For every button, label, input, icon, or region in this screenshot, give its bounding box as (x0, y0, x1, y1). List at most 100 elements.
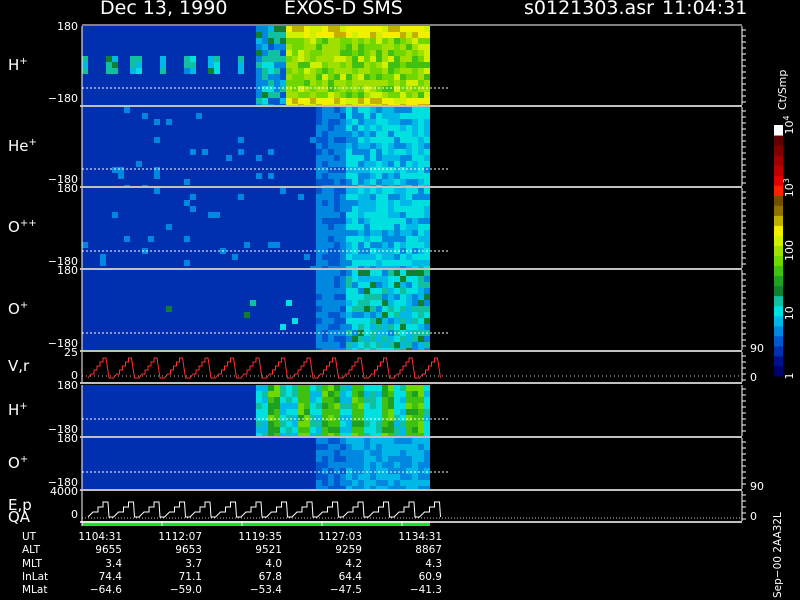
heatmap-cell (82, 306, 88, 312)
heatmap-cell (190, 254, 196, 260)
heatmap-cell (202, 403, 208, 409)
heatmap-cell (148, 294, 154, 300)
heatmap-cell (400, 242, 406, 248)
heatmap-cell (130, 468, 136, 474)
heatmap-cell (352, 397, 358, 403)
heatmap-cell (244, 80, 250, 86)
heatmap-cell (370, 421, 376, 427)
heatmap-cell (412, 421, 418, 427)
heatmap-cell (334, 468, 340, 474)
heatmap-cell (292, 480, 298, 486)
heatmap-cell (190, 125, 196, 131)
heatmap-cell (352, 474, 358, 480)
heatmap-cell (82, 336, 88, 342)
heatmap-cell (112, 433, 118, 436)
heatmap-cell (304, 86, 310, 92)
heatmap-cell (394, 56, 400, 62)
heatmap-cell (418, 348, 424, 350)
heatmap-cell (412, 260, 418, 266)
heatmap-cell (334, 80, 340, 86)
heatmap-cell (304, 155, 310, 161)
heatmap-cell (316, 336, 322, 342)
heatmap-cell (418, 149, 424, 155)
heatmap-cell (328, 260, 334, 266)
heatmap-cell (388, 348, 394, 350)
heatmap-cell (88, 421, 94, 427)
heatmap-cell (106, 324, 112, 330)
heatmap-cell (256, 391, 262, 397)
heatmap-cell (418, 318, 424, 324)
heatmap-cell (400, 131, 406, 137)
heatmap-cell (154, 336, 160, 342)
heatmap-cell (328, 266, 334, 268)
heatmap-cell (154, 173, 160, 179)
heatmap-cell (250, 188, 256, 194)
heatmap-cell (142, 224, 148, 230)
heatmap-cell (88, 254, 94, 260)
heatmap-cell (352, 348, 358, 350)
heatmap-cell (328, 276, 334, 282)
heatmap-cell (316, 427, 322, 433)
heatmap-cell (154, 276, 160, 282)
heatmap-cell (100, 131, 106, 137)
heatmap-cell (262, 397, 268, 403)
heatmap-cell (88, 92, 94, 98)
heatmap-cell (148, 421, 154, 427)
heatmap-cell (298, 318, 304, 324)
heatmap-cell (382, 474, 388, 480)
heatmap-cell (346, 415, 352, 421)
heatmap-cell (352, 68, 358, 74)
heatmap-cell (142, 104, 148, 105)
heatmap-cell (82, 26, 88, 32)
heatmap-cell (274, 236, 280, 242)
heatmap-cell (406, 318, 412, 324)
heatmap-cell (106, 438, 112, 444)
heatmap-cell (94, 86, 100, 92)
heatmap-cell (256, 224, 262, 230)
heatmap-cell (226, 200, 232, 206)
heatmap-cell (100, 230, 106, 236)
heatmap-cell (100, 44, 106, 50)
heatmap-cell (190, 474, 196, 480)
heatmap-cell (280, 415, 286, 421)
heatmap-cell (202, 427, 208, 433)
heatmap-cell (346, 218, 352, 224)
heatmap-cell (166, 480, 172, 486)
heatmap-cell (406, 44, 412, 50)
heatmap-cell (130, 200, 136, 206)
heatmap-cell (118, 300, 124, 306)
heatmap-cell (286, 260, 292, 266)
heatmap-cell (280, 131, 286, 137)
heatmap-cell (118, 260, 124, 266)
heatmap-cell (238, 56, 244, 62)
heatmap-cell (292, 276, 298, 282)
heatmap-cell (226, 288, 232, 294)
heatmap-cell (208, 212, 214, 218)
heatmap-cell (112, 242, 118, 248)
heatmap-cell (286, 450, 292, 456)
heatmap-cell (220, 462, 226, 468)
heatmap-cell (190, 74, 196, 80)
heatmap-cell (82, 444, 88, 450)
heatmap-cell (214, 137, 220, 143)
heatmap-cell (388, 324, 394, 330)
heatmap-cell (232, 131, 238, 137)
heatmap-cell (280, 474, 286, 480)
heatmap-cell (244, 403, 250, 409)
heatmap-cell (322, 230, 328, 236)
heatmap-cell (370, 450, 376, 456)
heatmap-cell (268, 149, 274, 155)
heatmap-cell (394, 179, 400, 185)
heatmap-cell (178, 468, 184, 474)
heatmap-cell (142, 212, 148, 218)
heatmap-cell (424, 260, 430, 266)
heatmap-cell (256, 282, 262, 288)
heatmap-cell (322, 188, 328, 194)
heatmap-cell (214, 415, 220, 421)
heatmap-cell (178, 397, 184, 403)
heatmap-cell (88, 167, 94, 173)
heatmap-cell (412, 113, 418, 119)
heatmap-cell (334, 26, 340, 32)
heatmap-cell (412, 236, 418, 242)
heatmap-cell (124, 104, 130, 105)
